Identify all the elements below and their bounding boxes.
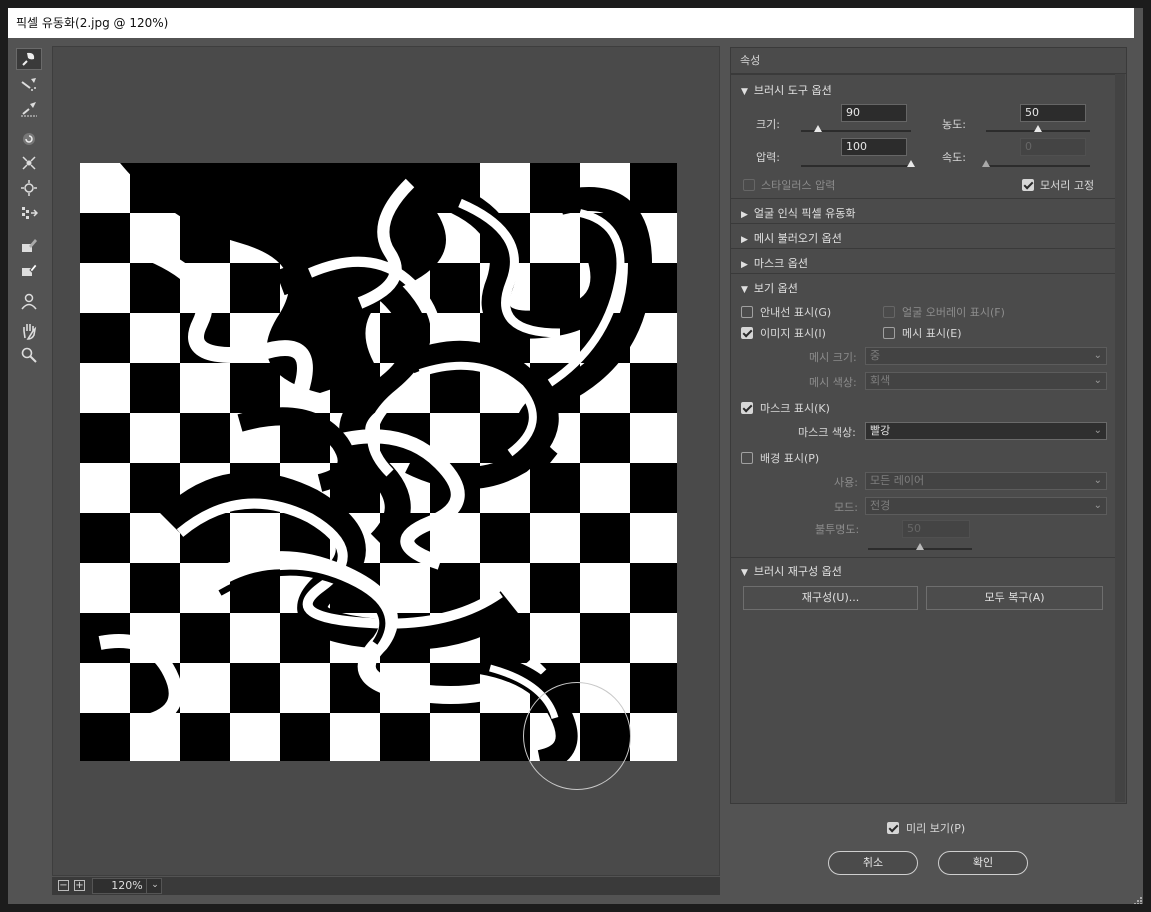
rate-slider[interactable]	[982, 160, 1090, 167]
show-mask-checkbox[interactable]	[741, 402, 753, 414]
zoom-tool-icon[interactable]	[16, 344, 42, 366]
restore-all-button[interactable]: 모두 복구(A)	[926, 586, 1103, 610]
view-options-header[interactable]: ▼ 보기 옵션	[741, 280, 798, 296]
mode-select[interactable]: 전경 ⌄	[865, 497, 1107, 515]
show-face-overlay-checkbox[interactable]	[883, 306, 895, 318]
density-slider-thumb[interactable]	[1034, 125, 1042, 132]
rate-input[interactable]: 0	[1020, 138, 1086, 156]
use-label: 사용:	[834, 476, 858, 489]
twirl-tool-icon[interactable]	[16, 128, 42, 150]
mesh-color-label: 메시 색상:	[809, 376, 857, 389]
zoom-out-button[interactable]: −	[58, 880, 69, 891]
chevron-down-icon: ⌄	[1093, 425, 1102, 436]
mesh-size-select[interactable]: 중 ⌄	[865, 347, 1107, 365]
chevron-down-icon: ⌄	[1093, 500, 1102, 511]
expanded-triangle-icon: ▼	[741, 87, 748, 97]
show-guides-label: 안내선 표시(G)	[760, 306, 832, 319]
opacity-input[interactable]: 50	[902, 520, 970, 538]
load-mesh-header[interactable]: ▶ 메시 불러오기 옵션	[741, 230, 842, 246]
density-input[interactable]: 50	[1020, 104, 1086, 122]
zoom-bar: − + 120% ⌄	[52, 877, 720, 895]
face-aware-header[interactable]: ▶ 얼굴 인식 픽셀 유동화	[741, 205, 856, 221]
preview-label: 미리 보기(P)	[906, 822, 966, 835]
size-slider[interactable]	[801, 125, 911, 132]
rate-label: 속도:	[942, 151, 966, 164]
cancel-button[interactable]: 취소	[828, 851, 918, 875]
tool-palette	[12, 44, 48, 884]
liquified-checkerboard-image[interactable]	[80, 163, 677, 761]
bloat-tool-icon[interactable]	[16, 177, 42, 199]
pin-edges-label: 모서리 고정	[1040, 179, 1095, 192]
expanded-triangle-icon: ▼	[741, 285, 748, 295]
pressure-slider[interactable]	[801, 160, 915, 167]
pressure-slider-thumb[interactable]	[907, 160, 915, 167]
show-guides-checkbox[interactable]	[741, 306, 753, 318]
size-slider-thumb[interactable]	[813, 125, 822, 132]
show-mesh-checkbox[interactable]	[883, 327, 895, 339]
chevron-down-icon: ⌄	[1093, 350, 1102, 361]
pressure-label: 압력:	[756, 151, 780, 164]
size-label: 크기:	[756, 118, 780, 131]
face-tool-icon[interactable]	[16, 290, 42, 312]
preview-checkbox[interactable]	[887, 822, 899, 834]
mask-options-header[interactable]: ▶ 마스크 옵션	[741, 255, 808, 271]
zoom-in-button[interactable]: +	[74, 880, 85, 891]
zoom-level-value: 120%	[111, 879, 143, 892]
chevron-down-icon: ⌄	[1093, 475, 1102, 486]
mesh-size-label: 메시 크기:	[809, 351, 857, 364]
opacity-slider[interactable]	[868, 543, 972, 550]
forward-warp-tool-icon[interactable]	[16, 48, 42, 70]
smooth-tool-icon[interactable]	[16, 98, 42, 120]
rate-slider-thumb[interactable]	[982, 160, 990, 167]
use-layer-select[interactable]: 모든 레이어 ⌄	[865, 472, 1107, 490]
collapsed-triangle-icon: ▶	[741, 260, 748, 270]
collapsed-triangle-icon: ▶	[741, 235, 748, 245]
mode-label: 모드:	[834, 501, 858, 514]
mesh-color-select[interactable]: 회색 ⌄	[865, 372, 1107, 390]
opacity-label: 불투명도:	[815, 523, 860, 536]
show-mesh-label: 메시 표시(E)	[902, 327, 962, 340]
ok-button[interactable]: 확인	[938, 851, 1028, 875]
collapsed-triangle-icon: ▶	[741, 210, 748, 220]
push-left-tool-icon[interactable]	[16, 202, 42, 224]
mask-color-select[interactable]: 빨강 ⌄	[865, 422, 1107, 440]
show-face-overlay-label: 얼굴 오버레이 표시(F)	[902, 306, 1005, 319]
stylus-pressure-label: 스타일러스 압력	[761, 179, 836, 192]
mask-color-label: 마스크 색상:	[798, 426, 856, 439]
opacity-slider-thumb[interactable]	[916, 543, 924, 550]
freeze-mask-tool-icon[interactable]	[16, 234, 42, 256]
resize-grip-icon[interactable]	[1133, 896, 1143, 906]
chevron-down-icon: ⌄	[1093, 375, 1102, 386]
hand-tool-icon[interactable]	[16, 320, 42, 342]
zoom-dropdown-icon[interactable]: ⌄	[146, 878, 163, 894]
panel-title: 속성	[731, 48, 1126, 74]
pucker-tool-icon[interactable]	[16, 152, 42, 174]
reconstruct-tool-icon[interactable]	[16, 74, 42, 96]
show-image-checkbox[interactable]	[741, 327, 753, 339]
reconstruct-button[interactable]: 재구성(U)...	[743, 586, 918, 610]
pin-edges-checkbox[interactable]	[1022, 179, 1034, 191]
stylus-pressure-checkbox[interactable]	[743, 179, 755, 191]
thaw-mask-tool-icon[interactable]	[16, 258, 42, 280]
show-image-label: 이미지 표시(I)	[760, 327, 826, 340]
brush-tool-options-header[interactable]: ▼ 브러시 도구 옵션	[741, 82, 832, 98]
density-label: 농도:	[942, 118, 966, 131]
density-slider[interactable]	[986, 125, 1090, 132]
window-title: 픽셀 유동화(2.jpg @ 120%)	[8, 8, 1134, 38]
show-backdrop-label: 배경 표시(P)	[760, 452, 820, 465]
brush-cursor-circle	[523, 682, 631, 790]
expanded-triangle-icon: ▼	[741, 568, 748, 578]
show-mask-label: 마스크 표시(K)	[760, 402, 830, 415]
reconstruct-options-header[interactable]: ▼ 브러시 재구성 옵션	[741, 563, 842, 579]
pressure-input[interactable]: 100	[841, 138, 907, 156]
properties-panel: 속성 ▼ 브러시 도구 옵션 크기: 90 농도: 50 압력: 100 속도: …	[730, 47, 1127, 804]
size-input[interactable]: 90	[841, 104, 907, 122]
show-backdrop-checkbox[interactable]	[741, 452, 753, 464]
panel-scrollbar[interactable]	[1115, 74, 1125, 802]
